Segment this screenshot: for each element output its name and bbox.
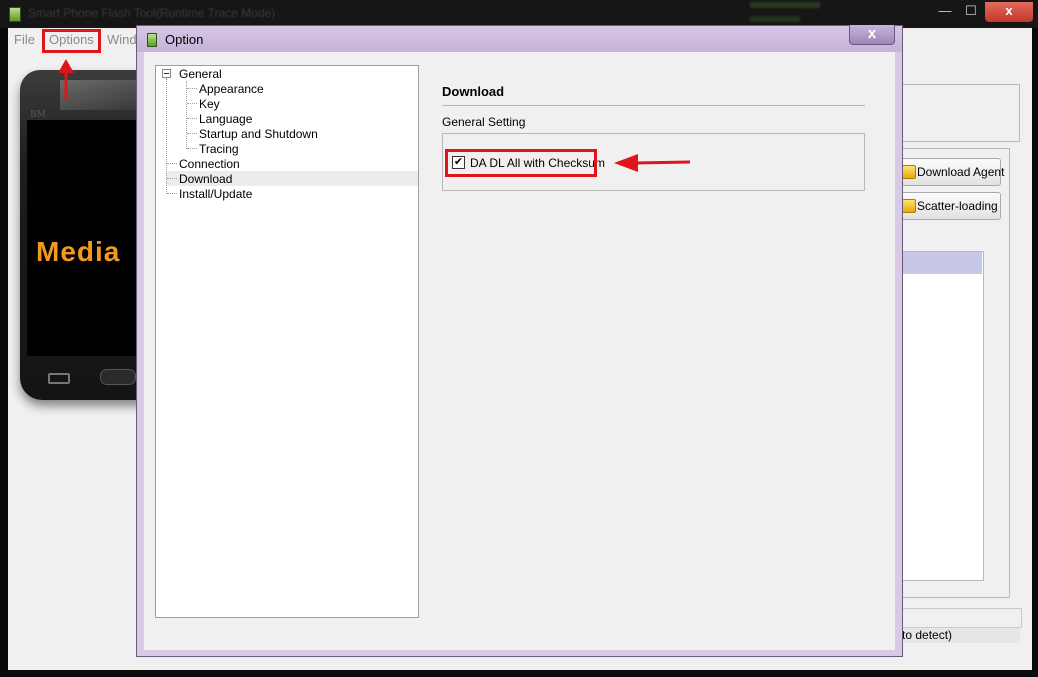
panel-heading: Download — [442, 84, 505, 99]
dialog-app-icon — [147, 33, 157, 47]
tree-line — [187, 88, 197, 90]
close-button[interactable]: x — [985, 2, 1033, 22]
tree-line — [187, 148, 197, 150]
dialog-title: Option — [165, 32, 204, 47]
tree-line — [186, 81, 188, 149]
main-window-title: Smart Phone Flash Tool(Runtime Trace Mod… — [28, 6, 276, 20]
dialog-titlebar — [137, 26, 902, 52]
download-agent-label: Download Agent — [917, 165, 1005, 179]
minimize-button[interactable]: — — [930, 2, 960, 22]
tree-line — [167, 178, 177, 180]
tree-item-connection[interactable]: Connection — [179, 157, 240, 171]
maximize-button[interactable]: ☐ — [958, 2, 984, 22]
tree-item-language[interactable]: Language — [199, 112, 252, 126]
folder-icon — [902, 199, 916, 213]
annotation-arrow-left-icon — [614, 154, 691, 172]
list-selected-row[interactable] — [897, 252, 982, 274]
tree-item-download[interactable]: Download — [179, 172, 232, 186]
tree-line — [187, 118, 197, 120]
collapse-icon[interactable] — [162, 69, 171, 78]
menu-window[interactable]: Wind — [107, 32, 137, 47]
tree-line — [167, 193, 177, 195]
tree-item-install-update[interactable]: Install/Update — [179, 187, 252, 201]
options-highlight-box — [42, 29, 101, 53]
phone-menu-button — [48, 373, 70, 384]
scatter-loading-label: Scatter-loading — [917, 199, 998, 213]
tree-item-appearance[interactable]: Appearance — [199, 82, 264, 96]
download-agent-button[interactable]: Download Agent — [897, 158, 1005, 186]
folder-icon — [902, 165, 916, 179]
right-info-box — [896, 84, 1020, 142]
tree-line — [187, 133, 197, 135]
app-icon — [9, 7, 21, 22]
taskbar-blurred-item — [742, 0, 832, 28]
phone-screen-text: Media — [36, 236, 121, 267]
scatter-loading-button[interactable]: Scatter-loading — [897, 192, 1001, 220]
phone-brand-label: BM — [30, 110, 46, 120]
tree-item-general[interactable]: General — [179, 67, 222, 81]
tree-line — [167, 163, 177, 165]
menu-file[interactable]: File — [14, 32, 35, 47]
group-label: General Setting — [442, 115, 526, 129]
tree-item-tracing[interactable]: Tracing — [199, 142, 239, 156]
checkbox-highlight-box — [445, 149, 597, 177]
dialog-close-button[interactable]: x — [849, 25, 895, 45]
progress-bar — [896, 608, 1022, 628]
main-window-titlebar: Smart Phone Flash Tool(Runtime Trace Mod… — [0, 0, 1038, 28]
annotation-arrow-up-icon — [58, 59, 74, 100]
status-text: to detect) — [902, 628, 953, 642]
tree-line — [166, 78, 168, 194]
tree-item-startup-shutdown[interactable]: Startup and Shutdown — [199, 127, 318, 141]
phone-home-button — [100, 369, 136, 385]
partition-list[interactable] — [896, 251, 984, 581]
heading-divider — [442, 105, 865, 106]
tree-line — [187, 103, 197, 105]
tree-item-key[interactable]: Key — [199, 97, 220, 111]
